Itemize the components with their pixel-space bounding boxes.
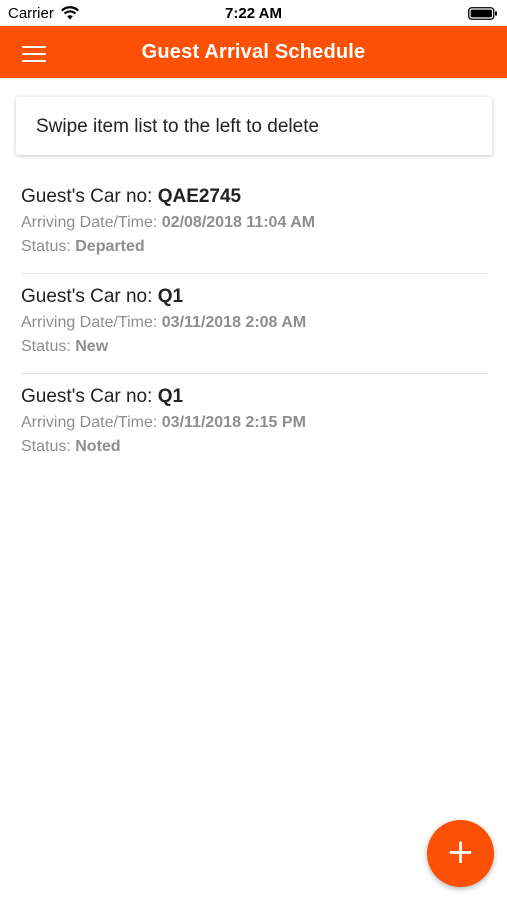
arriving-value: 02/08/2018 11:04 AM <box>161 214 316 231</box>
status-time: 7:22 AM <box>225 5 282 22</box>
status-value: Departed <box>75 238 145 255</box>
arriving-line: Arriving Date/Time: 03/11/2018 2:15 PM <box>21 414 306 432</box>
car-number-line: Guest's Car no: QAE2745 <box>21 186 241 208</box>
page-title: Guest Arrival Schedule <box>141 41 366 63</box>
status-label: Status: <box>21 238 76 255</box>
arriving-value: 03/11/2018 2:15 PM <box>161 414 306 431</box>
status-value: New <box>75 338 109 355</box>
add-arrival-button[interactable]: + <box>427 820 494 887</box>
status-line: Status: New <box>21 338 108 356</box>
status-line: Status: Noted <box>21 438 121 456</box>
car-label: Guest's Car no: <box>21 386 158 407</box>
app-bar: Guest Arrival Schedule <box>0 26 507 78</box>
list-item[interactable]: Guest's Car no: Q1 Arriving Date/Time: 0… <box>21 274 488 374</box>
list-item[interactable]: Guest's Car no: Q1 Arriving Date/Time: 0… <box>21 374 488 474</box>
hint-text: Swipe item list to the left to delete <box>36 116 320 137</box>
arriving-label: Arriving Date/Time: <box>21 414 162 431</box>
car-number-line: Guest's Car no: Q1 <box>21 386 183 408</box>
car-number: Q1 <box>157 386 184 407</box>
arriving-label: Arriving Date/Time: <box>21 214 162 231</box>
hint-card: Swipe item list to the left to delete <box>16 97 492 155</box>
arriving-line: Arriving Date/Time: 02/08/2018 11:04 AM <box>21 214 315 232</box>
car-number-line: Guest's Car no: Q1 <box>21 286 183 308</box>
car-number: QAE2745 <box>157 186 242 207</box>
status-value: Noted <box>75 438 121 455</box>
status-line: Status: Departed <box>21 238 145 256</box>
list-item[interactable]: Guest's Car no: QAE2745 Arriving Date/Ti… <box>21 174 488 274</box>
car-number: Q1 <box>157 286 184 307</box>
status-label: Status: <box>21 438 76 455</box>
arriving-line: Arriving Date/Time: 03/11/2018 2:08 AM <box>21 314 306 332</box>
status-bar: Carrier 7:22 AM <box>0 0 507 26</box>
guest-list: Guest's Car no: QAE2745 Arriving Date/Ti… <box>0 174 507 474</box>
plus-icon: + <box>446 832 475 872</box>
arriving-value: 03/11/2018 2:08 AM <box>161 314 307 331</box>
car-label: Guest's Car no: <box>21 286 158 307</box>
status-label: Status: <box>21 338 76 355</box>
battery-icon <box>468 7 497 20</box>
car-label: Guest's Car no: <box>21 186 158 207</box>
arriving-label: Arriving Date/Time: <box>21 314 162 331</box>
